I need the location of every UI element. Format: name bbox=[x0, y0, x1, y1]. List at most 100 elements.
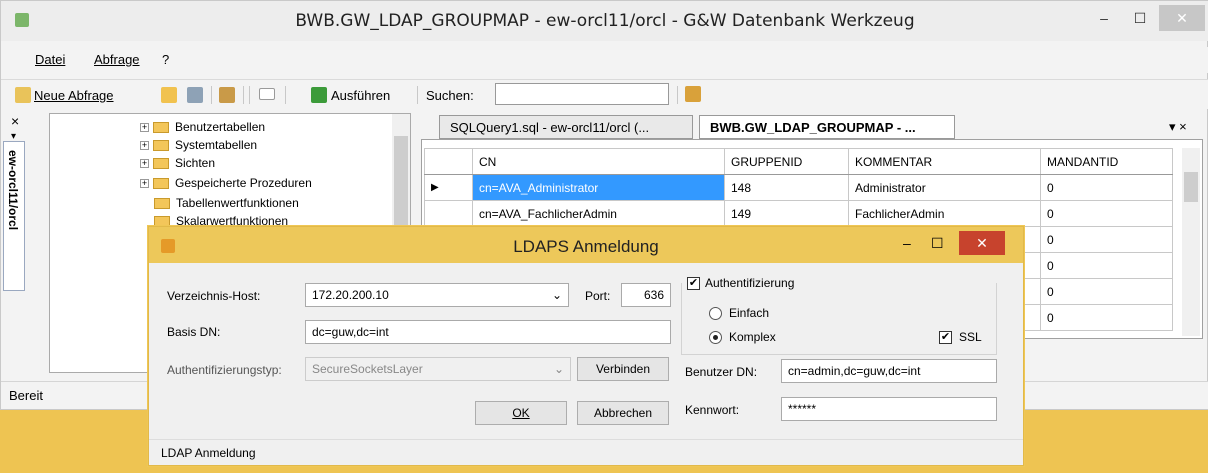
cell[interactable]: 0 bbox=[1040, 200, 1173, 227]
connection-side-tab[interactable]: ew-orcl11/orcl bbox=[3, 141, 25, 291]
userdn-field[interactable]: cn=admin,dc=guw,dc=int bbox=[781, 359, 997, 383]
expand-icon[interactable]: + bbox=[140, 141, 149, 151]
cell[interactable]: 148 bbox=[724, 174, 849, 201]
dialog-title: LDAPS Anmeldung bbox=[513, 237, 659, 256]
new-query-button[interactable]: Neue Abfrage bbox=[34, 88, 114, 103]
tab-label: BWB.GW_LDAP_GROUPMAP - ... bbox=[710, 120, 916, 135]
ldaps-dialog: LDAPS Anmeldung – ☐ ✕ Verzeichnis-Host: … bbox=[148, 226, 1024, 466]
toolbar-separator bbox=[677, 86, 678, 104]
cell[interactable]: cn=AVA_Administrator bbox=[472, 174, 725, 201]
sidebar-close-icon[interactable]: × bbox=[11, 113, 19, 129]
cell[interactable]: 0 bbox=[1040, 226, 1173, 253]
dialog-maximize-button[interactable]: ☐ bbox=[931, 235, 944, 252]
dialog-status-text: LDAP Anmeldung bbox=[161, 446, 256, 460]
cell[interactable]: 0 bbox=[1040, 252, 1173, 279]
complex-radio-label: Komplex bbox=[729, 330, 776, 344]
tab-label: SQLQuery1.sql - ew-orcl11/orcl (... bbox=[450, 120, 650, 135]
tree-label: Skalarwertfunktionen bbox=[176, 214, 289, 226]
tab-sqlquery[interactable]: SQLQuery1.sql - ew-orcl11/orcl (... bbox=[439, 115, 693, 139]
tree-item-prozeduren[interactable]: + Gespeicherte Prozeduren bbox=[140, 176, 312, 194]
dialog-minimize-button[interactable]: – bbox=[903, 235, 911, 251]
column-header-gruppenid[interactable]: GRUPPENID bbox=[724, 148, 849, 175]
menu-help[interactable]: ? bbox=[162, 52, 169, 67]
grid-options-icon[interactable] bbox=[685, 86, 701, 102]
basedn-label: Basis DN: bbox=[167, 325, 221, 339]
tree-label: Sichten bbox=[175, 156, 216, 170]
minimize-button[interactable]: – bbox=[1089, 5, 1119, 31]
table-row[interactable]: cn=AVA_FachlicherAdmin 149 FachlicherAdm… bbox=[424, 200, 1173, 227]
auth-checkbox[interactable]: ✔ bbox=[687, 277, 700, 290]
tabs-menu-icon[interactable]: ▾ × bbox=[1169, 119, 1187, 135]
row-selector[interactable] bbox=[424, 200, 473, 227]
tree-label: Benutzertabellen bbox=[175, 120, 266, 134]
port-field[interactable]: 636 bbox=[621, 283, 671, 307]
basedn-field[interactable]: dc=guw,dc=int bbox=[305, 320, 671, 344]
userdn-label: Benutzer DN: bbox=[685, 365, 758, 379]
print-icon[interactable] bbox=[187, 87, 203, 103]
cell[interactable]: Administrator bbox=[848, 174, 1041, 201]
connect-button[interactable]: Verbinden bbox=[577, 357, 669, 381]
mail-icon[interactable] bbox=[259, 88, 275, 100]
password-value: ****** bbox=[788, 402, 817, 416]
search-label: Suchen: bbox=[426, 88, 474, 103]
chevron-down-icon: ⌄ bbox=[551, 288, 562, 302]
tree-item-skalarwertfunktionen[interactable]: Skalarwertfunktionen bbox=[154, 214, 288, 226]
execute-button[interactable]: Ausführen bbox=[331, 88, 390, 103]
password-field[interactable]: ****** bbox=[781, 397, 997, 421]
menu-datei[interactable]: Datei bbox=[35, 52, 65, 67]
simple-radio-label: Einfach bbox=[729, 306, 770, 320]
tree-item-systemtabellen[interactable]: + Systemtabellen bbox=[140, 138, 257, 156]
cell[interactable]: 0 bbox=[1040, 174, 1173, 201]
toolbar: Neue Abfrage Ausführen Suchen: bbox=[1, 79, 1208, 109]
complex-radio[interactable] bbox=[709, 331, 722, 344]
cell[interactable]: 149 bbox=[724, 200, 849, 227]
tree-scroll-thumb[interactable] bbox=[394, 136, 408, 226]
table-row[interactable]: ▶ cn=AVA_Administrator 148 Administrator… bbox=[424, 174, 1173, 201]
search-input[interactable] bbox=[495, 83, 669, 105]
tree-item-benutzertabellen[interactable]: + Benutzertabellen bbox=[140, 120, 266, 138]
row-selector[interactable]: ▶ bbox=[424, 174, 473, 201]
authtype-label: Authentifizierungstyp: bbox=[167, 363, 282, 377]
expand-icon[interactable]: + bbox=[140, 179, 149, 189]
status-text: Bereit bbox=[9, 388, 43, 403]
cell[interactable]: 0 bbox=[1040, 304, 1173, 331]
tab-groupmap[interactable]: BWB.GW_LDAP_GROUPMAP - ... bbox=[699, 115, 955, 139]
cell[interactable]: FachlicherAdmin bbox=[848, 200, 1041, 227]
toolbar-separator bbox=[285, 86, 286, 104]
folder-icon bbox=[153, 178, 169, 190]
column-header-kommentar[interactable]: KOMMENTAR bbox=[848, 148, 1041, 175]
toolbar-separator bbox=[243, 86, 244, 104]
chevron-down-icon: ⌄ bbox=[553, 362, 564, 376]
basedn-value: dc=guw,dc=int bbox=[312, 325, 389, 339]
clipboard-icon[interactable] bbox=[219, 87, 235, 103]
column-header-mandantid[interactable]: MANDANTID bbox=[1040, 148, 1173, 175]
close-button[interactable]: ✕ bbox=[1159, 5, 1205, 31]
open-folder-icon[interactable] bbox=[161, 87, 177, 103]
tree-item-sichten[interactable]: + Sichten bbox=[140, 156, 215, 174]
connection-tab-label: ew-orcl11/orcl bbox=[6, 150, 20, 231]
grid-scroll-thumb[interactable] bbox=[1184, 172, 1198, 202]
cell[interactable]: cn=AVA_FachlicherAdmin bbox=[472, 200, 725, 227]
ssl-checkbox[interactable]: ✔ bbox=[939, 331, 952, 344]
execute-icon bbox=[311, 87, 327, 103]
folder-icon bbox=[153, 158, 169, 170]
expand-icon[interactable]: + bbox=[140, 123, 149, 133]
authtype-select[interactable]: SecureSocketsLayer ⌄ bbox=[305, 357, 571, 381]
maximize-button[interactable]: ☐ bbox=[1125, 5, 1155, 31]
tree-item-tabellenwertfunktionen[interactable]: Tabellenwertfunktionen bbox=[154, 196, 299, 214]
cancel-button[interactable]: Abbrechen bbox=[577, 401, 669, 425]
port-label: Port: bbox=[585, 289, 611, 303]
cell[interactable]: 0 bbox=[1040, 278, 1173, 305]
tree-label: Systemtabellen bbox=[175, 138, 258, 152]
toolbar-separator bbox=[211, 86, 212, 104]
table-header-row: CN GRUPPENID KOMMENTAR MANDANTID bbox=[424, 148, 1173, 175]
simple-radio[interactable] bbox=[709, 307, 722, 320]
menu-abfrage[interactable]: Abfrage bbox=[94, 52, 140, 67]
expand-icon[interactable]: + bbox=[140, 159, 149, 169]
dialog-close-button[interactable]: ✕ bbox=[959, 231, 1005, 255]
dialog-title-bar: LDAPS Anmeldung – ☐ ✕ bbox=[149, 227, 1023, 263]
host-select[interactable]: 172.20.200.10 ⌄ bbox=[305, 283, 569, 307]
column-header-cn[interactable]: CN bbox=[472, 148, 725, 175]
authtype-value: SecureSocketsLayer bbox=[312, 362, 423, 376]
ok-button[interactable]: OK bbox=[475, 401, 567, 425]
